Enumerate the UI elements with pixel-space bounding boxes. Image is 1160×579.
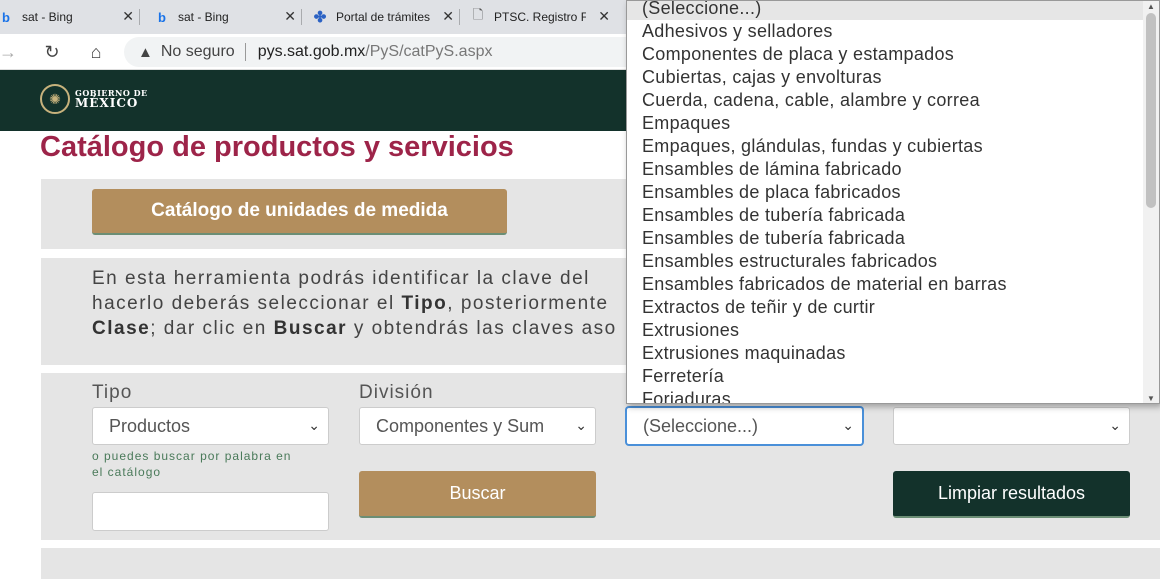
tab-portal-tramites[interactable]: ✤ Portal de trámites ✕	[306, 2, 460, 32]
grupo-dropdown-list[interactable]: (Seleccione...) Adhesivos y selladores Com…	[626, 0, 1160, 404]
dropdown-option[interactable]: Ensambles estructurales fabricados	[627, 250, 1145, 273]
tipo-select-value: Productos	[109, 415, 191, 436]
dropdown-option[interactable]: Ferretería	[627, 365, 1145, 388]
chevron-down-icon: ⌄	[842, 417, 854, 433]
dropdown-scrollbar[interactable]: ▲ ▼	[1143, 1, 1159, 403]
portal-icon: ✤	[313, 9, 327, 26]
tab-label: sat - Bing	[178, 10, 229, 24]
dropdown-option[interactable]: Forjaduras	[627, 388, 1145, 403]
close-tab-icon[interactable]: ✕	[122, 8, 134, 25]
search-hint-line-2: el catálogo	[92, 465, 162, 479]
results-panel	[41, 548, 1160, 579]
bing-icon: b	[2, 9, 10, 25]
scrollbar-thumb[interactable]	[1146, 13, 1156, 208]
dropdown-option[interactable]: Cubiertas, cajas y envolturas	[627, 66, 1145, 89]
tab-label: PTSC. Registro Fis	[494, 10, 586, 24]
dropdown-option[interactable]: Empaques, glándulas, fundas y cubiertas	[627, 135, 1145, 158]
dropdown-options: (Seleccione...) Adhesivos y selladores Com…	[627, 1, 1145, 403]
division-select-value: Componentes y Sum	[376, 415, 545, 436]
eagle-seal-icon: ✺	[40, 84, 70, 114]
bing-icon: b	[158, 9, 166, 25]
grupo-select-value: (Seleccione...)	[643, 415, 759, 436]
tab-label: sat - Bing	[22, 10, 73, 24]
unidades-medida-button[interactable]: Catálogo de unidades de medida	[92, 189, 507, 235]
close-tab-icon[interactable]: ✕	[442, 8, 454, 25]
dropdown-option[interactable]: Cuerda, cadena, cable, alambre y correa	[627, 89, 1145, 112]
dropdown-option[interactable]: Ensambles de lámina fabricado	[627, 158, 1145, 181]
tab-label: Portal de trámites	[336, 10, 431, 24]
reload-icon[interactable]: ↻	[40, 40, 64, 64]
warning-icon[interactable]: ▲	[138, 44, 153, 61]
dropdown-option[interactable]: Empaques	[627, 112, 1145, 135]
dropdown-option[interactable]: Ensambles de tubería fabricada	[627, 204, 1145, 227]
dropdown-option[interactable]: Ensambles fabricados de material en barr…	[627, 273, 1145, 296]
scroll-up-arrow-icon[interactable]: ▲	[1147, 2, 1155, 11]
security-status[interactable]: No seguro	[161, 43, 235, 61]
dropdown-option[interactable]: Componentes de placa y estampados	[627, 43, 1145, 66]
dropdown-option[interactable]: Extrusiones maquinadas	[627, 342, 1145, 365]
gobierno-mexico-logo[interactable]: ✺ GOBIERNO DE MÉXICO	[40, 84, 148, 114]
page-title: Catálogo de productos y servicios	[40, 131, 514, 163]
url-path: /PyS/catPyS.aspx	[365, 43, 493, 60]
search-hint-line-1: o puedes buscar por palabra en	[92, 449, 292, 463]
dropdown-option[interactable]: Ensambles de placa fabricados	[627, 181, 1145, 204]
close-tab-icon[interactable]: ✕	[284, 8, 296, 25]
keyword-search-input[interactable]	[92, 492, 329, 531]
logo-big-text: MÉXICO	[75, 95, 139, 110]
scroll-down-arrow-icon[interactable]: ▼	[1147, 394, 1155, 403]
dropdown-option[interactable]: Adhesivos y selladores	[627, 20, 1145, 43]
tab-sat-bing-1[interactable]: b sat - Bing ✕	[0, 2, 140, 32]
chevron-down-icon: ⌄	[575, 417, 587, 433]
description-line-1: En esta herramienta podrás identificar l…	[92, 268, 590, 289]
omnibox-divider	[244, 43, 246, 61]
limpiar-resultados-button[interactable]: Limpiar resultados	[893, 471, 1130, 518]
search-hint: o puedes buscar por palabra en el catálo…	[92, 448, 291, 480]
forward-arrow-icon[interactable]: →	[0, 40, 20, 64]
document-icon: 🗋	[472, 7, 484, 22]
dropdown-option[interactable]: Extractos de teñir y de curtir	[627, 296, 1145, 319]
tab-separator	[301, 9, 302, 25]
tab-separator	[139, 9, 140, 25]
home-icon[interactable]: ⌂	[84, 40, 108, 64]
description-line-3: Clase; dar clic en Buscar y obtendrás la…	[92, 318, 617, 339]
url-host: pys.sat.gob.mx	[257, 43, 366, 60]
chevron-down-icon: ⌄	[1109, 417, 1121, 433]
clase-select[interactable]: ⌄	[893, 407, 1130, 445]
dropdown-option[interactable]: Ensambles de tubería fabricada	[627, 227, 1145, 250]
tab-sat-bing-2[interactable]: b sat - Bing ✕	[148, 2, 302, 32]
grupo-select[interactable]: (Seleccione...) ⌄	[626, 407, 863, 445]
description-text: En esta herramienta podrás identificar l…	[92, 266, 652, 341]
url-bar[interactable]: ▲ No seguro pys.sat.gob.mx/PyS/catPyS.as…	[124, 37, 664, 67]
dropdown-option[interactable]: Extrusiones	[627, 319, 1145, 342]
tipo-select[interactable]: Productos ⌄	[92, 407, 329, 445]
close-tab-icon[interactable]: ✕	[598, 8, 610, 25]
chevron-down-icon: ⌄	[308, 417, 320, 433]
tab-ptsc-registro[interactable]: 🗋 PTSC. Registro Fis ✕	[464, 2, 616, 32]
tab-separator	[459, 9, 460, 25]
tipo-label: Tipo	[92, 382, 133, 403]
division-label: División	[359, 382, 434, 403]
description-line-2: hacerlo deberás seleccionar el Tipo, pos…	[92, 293, 609, 314]
buscar-button[interactable]: Buscar	[359, 471, 596, 518]
division-select[interactable]: Componentes y Sum ⌄	[359, 407, 596, 445]
dropdown-option[interactable]: (Seleccione...)	[627, 1, 1145, 20]
